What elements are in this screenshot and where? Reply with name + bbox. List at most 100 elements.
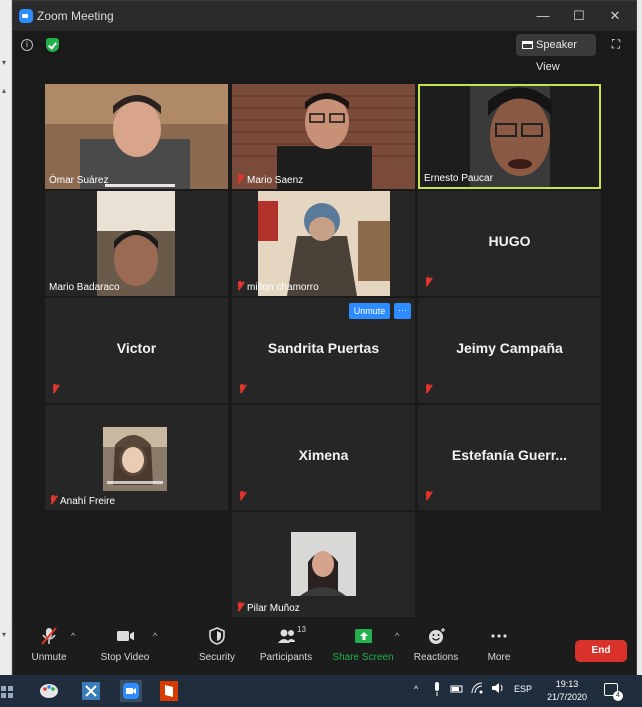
video-tile[interactable]: milton chamorro (232, 191, 415, 296)
video-tile[interactable]: Jeimy Campaña (418, 298, 601, 403)
tile-unmute-button[interactable]: Unmute (349, 303, 390, 319)
video-tile[interactable]: Estefanía Guerr... (418, 405, 601, 510)
muted-microphone-icon (41, 627, 57, 645)
wifi-tray-icon[interactable] (470, 681, 484, 695)
zoom-logo-icon (19, 9, 33, 23)
video-tile[interactable]: Ómar Suárez (45, 84, 228, 189)
reactions-button[interactable]: Reactions (411, 627, 461, 663)
grid-icon (522, 41, 533, 49)
more-dots-icon (491, 634, 507, 638)
video-tile[interactable]: Anahí Freire (45, 405, 228, 510)
shield-icon (209, 627, 225, 645)
language-indicator[interactable]: ESP (514, 684, 532, 694)
reactions-smiley-icon (429, 628, 445, 644)
windows-taskbar: ^ ESP 19:13 21/7/2020 4 (0, 675, 642, 707)
clock[interactable]: 19:13 21/7/2020 (540, 678, 594, 704)
scroll-arrow-icon: ▴ (2, 86, 7, 95)
fullscreen-icon[interactable]: ⛶ (609, 37, 623, 51)
more-button[interactable]: More (479, 627, 519, 663)
audio-options-chevron-icon[interactable]: ^ (71, 631, 75, 641)
security-button[interactable]: Security (195, 627, 239, 663)
participant-name: Mario Saenz (236, 174, 303, 186)
office-app-icon[interactable] (156, 679, 182, 703)
notification-count: 4 (613, 691, 623, 701)
participant-name: Pilar Muñoz (236, 602, 300, 614)
participant-name: Ómar Suárez (49, 175, 109, 186)
video-tile-active-speaker[interactable]: Ernesto Paucar (418, 84, 601, 189)
screen: ▾ ▴ ▾ Zoom Meeting — ☐ ✕ i Speaker View … (0, 0, 642, 707)
participant-name-placeholder: Jeimy Campaña (456, 340, 563, 356)
muted-mic-icon (236, 174, 244, 184)
zoom-window: Zoom Meeting — ☐ ✕ i Speaker View ⛶ Ómar… (12, 0, 637, 676)
reactions-label: Reactions (413, 652, 459, 663)
unmute-button[interactable]: Unmute (27, 627, 71, 663)
participant-name: Anahí Freire (49, 495, 115, 507)
meeting-toolbar: Unmute ^ Stop Video ^ Security Participa… (13, 619, 636, 676)
minimize-button[interactable]: — (533, 6, 553, 26)
window-title: Zoom Meeting (37, 9, 114, 23)
participant-name-placeholder: Sandrita Puertas (267, 340, 380, 356)
zoom-app-icon[interactable] (118, 679, 144, 703)
muted-mic-icon (236, 602, 244, 612)
video-options-chevron-icon[interactable]: ^ (153, 631, 157, 641)
stop-video-label: Stop Video (100, 652, 150, 663)
more-label: More (487, 652, 511, 663)
participant-name-placeholder: Victor (116, 340, 157, 356)
speaker-view-label: Speaker View (536, 39, 577, 73)
meeting-top-bar: i Speaker View ⛶ (13, 31, 636, 73)
participant-video (45, 191, 228, 296)
share-screen-button[interactable]: Share Screen (331, 627, 395, 663)
video-camera-icon (117, 631, 134, 641)
end-meeting-button[interactable]: End (575, 640, 627, 662)
participant-video (45, 84, 228, 189)
participants-label: Participants (259, 652, 313, 663)
video-tile[interactable]: Pilar Muñoz (232, 512, 415, 617)
video-tile[interactable]: Victor (45, 298, 228, 403)
maximize-button[interactable]: ☐ (569, 6, 589, 26)
notifications-icon[interactable]: 4 (604, 683, 623, 701)
speaker-view-button[interactable]: Speaker View (516, 34, 596, 73)
share-options-chevron-icon[interactable]: ^ (395, 631, 399, 641)
muted-mic-icon (424, 380, 435, 398)
muted-mic-icon (424, 273, 435, 291)
paint-app-icon[interactable] (36, 679, 62, 703)
participant-name: milton chamorro (236, 281, 319, 293)
participant-name-placeholder: HUGO (488, 233, 531, 249)
volume-tray-icon[interactable] (490, 681, 506, 695)
background-window-edge: ▾ ▴ ▾ (0, 0, 12, 675)
muted-mic-icon (49, 495, 57, 505)
video-tile[interactable]: HUGO (418, 191, 601, 296)
show-hidden-icons-chevron[interactable]: ^ (414, 684, 418, 694)
video-tile[interactable]: Ximena (232, 405, 415, 510)
microphone-tray-icon[interactable] (432, 681, 442, 697)
tile-more-button[interactable]: ··· (394, 303, 411, 319)
muted-mic-icon (236, 281, 244, 291)
share-screen-icon (355, 629, 372, 643)
muted-mic-icon (51, 380, 62, 398)
battery-tray-icon[interactable] (450, 683, 464, 695)
participant-name-placeholder: Ximena (298, 447, 349, 463)
participants-count: 13 (297, 625, 306, 634)
snipping-tool-icon[interactable] (78, 679, 104, 703)
participants-icon (278, 629, 295, 643)
muted-mic-icon (424, 487, 435, 505)
title-bar: Zoom Meeting — ☐ ✕ (13, 1, 636, 31)
scroll-arrow-icon: ▾ (2, 630, 7, 639)
participants-button[interactable]: Participants (257, 627, 315, 663)
stop-video-button[interactable]: Stop Video (97, 627, 153, 663)
video-tile[interactable]: Mario Badaraco (45, 191, 228, 296)
share-screen-label: Share Screen (332, 652, 394, 663)
clock-date: 21/7/2020 (546, 692, 588, 702)
video-tile[interactable]: Mario Saenz (232, 84, 415, 189)
close-button[interactable]: ✕ (605, 6, 625, 26)
muted-mic-icon (238, 487, 249, 505)
participant-name: Ernesto Paucar (424, 173, 493, 184)
security-label: Security (198, 652, 236, 663)
participant-name: Mario Badaraco (49, 282, 120, 293)
muted-mic-icon (238, 380, 249, 398)
info-icon[interactable]: i (21, 39, 33, 51)
unmute-label: Unmute (31, 652, 67, 663)
encryption-shield-icon[interactable] (46, 38, 59, 52)
scroll-arrow-icon: ▾ (2, 58, 7, 67)
start-grid-icon[interactable] (0, 679, 16, 703)
